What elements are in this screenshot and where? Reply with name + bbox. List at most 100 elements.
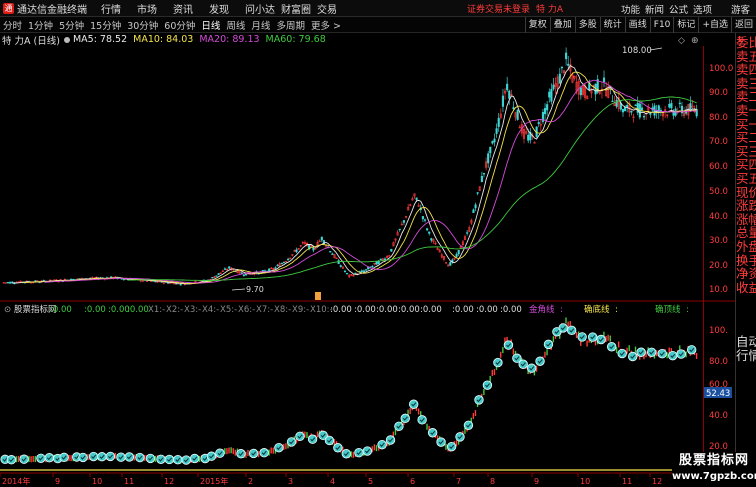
event-marker-icon[interactable] bbox=[315, 292, 321, 300]
candle-body bbox=[6, 282, 10, 284]
indicator-settings-icon[interactable]: ⊙ bbox=[4, 305, 11, 315]
indicator-bar bbox=[285, 443, 287, 450]
sidebar-quotes[interactable]: 行情 bbox=[736, 348, 756, 363]
indicator-bar bbox=[373, 444, 376, 451]
signal-marker-icon bbox=[566, 325, 577, 336]
candle-body bbox=[550, 89, 553, 102]
signal-marker-icon bbox=[408, 399, 419, 409]
candle-body bbox=[495, 128, 498, 134]
sidebar-item[interactable]: 换手 bbox=[736, 253, 756, 268]
price-chart[interactable]: 100.0 90.0 80.0 70.0 60.0 50.0 40.0 30.0… bbox=[0, 0, 735, 487]
price-axis: 100.0 90.0 80.0 70.0 60.0 50.0 40.0 30.0… bbox=[709, 64, 733, 295]
time-axis-label: 8 bbox=[490, 477, 495, 486]
candle-body bbox=[274, 267, 277, 269]
sidebar-item[interactable]: 买三 bbox=[736, 145, 756, 159]
candle-body bbox=[339, 265, 342, 267]
indicator-bar bbox=[17, 456, 20, 463]
signal-marker-icon bbox=[646, 347, 657, 357]
sidebar-item[interactable]: 收益 bbox=[736, 281, 756, 295]
price-tick: 70.0 bbox=[709, 137, 728, 147]
indicator-line-label: 金角线 bbox=[529, 304, 555, 315]
candle-body bbox=[579, 87, 582, 96]
signal-marker-icon bbox=[116, 452, 126, 462]
signal-marker-icon bbox=[145, 453, 156, 464]
sidebar-item[interactable]: 买五 bbox=[736, 172, 756, 186]
sidebar-item[interactable]: 外盘 bbox=[736, 240, 756, 254]
signal-marker-icon bbox=[617, 348, 627, 359]
indicator-param: X9:- bbox=[292, 305, 309, 315]
sidebar-item[interactable]: 卖三 bbox=[736, 77, 756, 91]
sidebar-item[interactable]: 卖四 bbox=[736, 63, 756, 77]
signal-marker-icon bbox=[181, 455, 191, 465]
sidebar-item[interactable]: 卖一 bbox=[736, 104, 756, 118]
indicator-bar bbox=[30, 456, 32, 463]
indicator-param: :0.00 bbox=[500, 305, 522, 315]
candle-body bbox=[282, 261, 285, 264]
sidebar-item[interactable]: 涨跌 bbox=[736, 199, 756, 213]
indicator-param: X7:- bbox=[256, 305, 273, 315]
signal-marker-icon bbox=[173, 454, 183, 465]
candle-body bbox=[295, 249, 298, 253]
signal-marker-icon bbox=[417, 415, 427, 425]
signal-marker-icon bbox=[436, 437, 446, 447]
indicator-bar bbox=[565, 317, 567, 324]
candle-body bbox=[375, 261, 378, 265]
signal-marker-icon bbox=[493, 357, 503, 368]
signal-marker-icon bbox=[362, 446, 373, 456]
signal-marker-icon bbox=[394, 421, 404, 432]
indicator-bar bbox=[270, 447, 272, 454]
sidebar-item[interactable]: 卖二 bbox=[736, 90, 756, 104]
time-axis-label: 4 bbox=[330, 477, 335, 486]
candle-body bbox=[280, 262, 283, 265]
indicator-line-label: 确顶线 bbox=[655, 304, 681, 315]
signal-marker-icon bbox=[286, 437, 297, 447]
indicator-param: X8:- bbox=[274, 305, 291, 315]
candle-body bbox=[320, 236, 323, 241]
indicator-param: X6:- bbox=[238, 305, 255, 315]
indicator-bar bbox=[306, 432, 308, 439]
sidebar-item[interactable]: 总量 bbox=[736, 226, 756, 240]
signal-marker-icon bbox=[577, 332, 587, 342]
indicator-bar bbox=[607, 334, 609, 341]
signal-marker-icon bbox=[274, 442, 284, 453]
sidebar-item[interactable]: 买四 bbox=[736, 158, 756, 172]
sidebar-item[interactable]: 委比 bbox=[736, 36, 756, 50]
candle-body bbox=[312, 247, 315, 251]
candle-body bbox=[634, 104, 637, 106]
sidebar-auto[interactable]: 自动 bbox=[736, 335, 756, 349]
indicator-bar bbox=[234, 449, 237, 456]
sidebar-item[interactable]: 现价 bbox=[736, 185, 756, 200]
candle-body bbox=[383, 258, 387, 260]
watermark: 股票指标网 www.7gpzb.com bbox=[672, 452, 756, 487]
sidebar-item[interactable]: 卖五 bbox=[736, 49, 756, 64]
candle-body bbox=[602, 77, 606, 82]
signal-marker-icon bbox=[78, 452, 88, 463]
time-axis-label: 2014年 bbox=[2, 476, 30, 486]
candle-body bbox=[455, 254, 458, 257]
sidebar-item[interactable]: 涨幅 bbox=[736, 213, 756, 227]
indicator-bar bbox=[474, 410, 477, 417]
signal-marker-icon bbox=[628, 351, 638, 362]
signal-marker-icon bbox=[307, 434, 318, 444]
signal-marker-icon bbox=[400, 413, 410, 424]
candle-body bbox=[642, 116, 646, 118]
sidebar-item[interactable]: 买一 bbox=[736, 117, 756, 132]
indicator-tick: 20.0 bbox=[709, 442, 728, 452]
candle-body bbox=[558, 73, 561, 84]
chart-expand-icon[interactable]: ⊕ bbox=[691, 36, 699, 46]
candle-body bbox=[415, 197, 418, 200]
signal-marker-icon bbox=[377, 439, 387, 450]
signal-marker-icon bbox=[341, 449, 351, 459]
indicator-bar bbox=[417, 408, 420, 415]
indicator-bar bbox=[483, 389, 485, 396]
time-axis-label: 10 bbox=[92, 477, 102, 486]
chart-settings-icon[interactable]: ◇ bbox=[678, 36, 685, 46]
candle-body bbox=[364, 269, 368, 271]
indicator-bar bbox=[489, 375, 491, 382]
candle-body bbox=[110, 276, 113, 278]
time-axis-label: 9 bbox=[55, 477, 60, 486]
sidebar-item[interactable]: 净资 bbox=[736, 267, 756, 281]
sidebar-item[interactable]: 买二 bbox=[736, 131, 756, 145]
time-axis-label: 5 bbox=[368, 477, 373, 486]
signal-marker-icon bbox=[558, 323, 568, 333]
